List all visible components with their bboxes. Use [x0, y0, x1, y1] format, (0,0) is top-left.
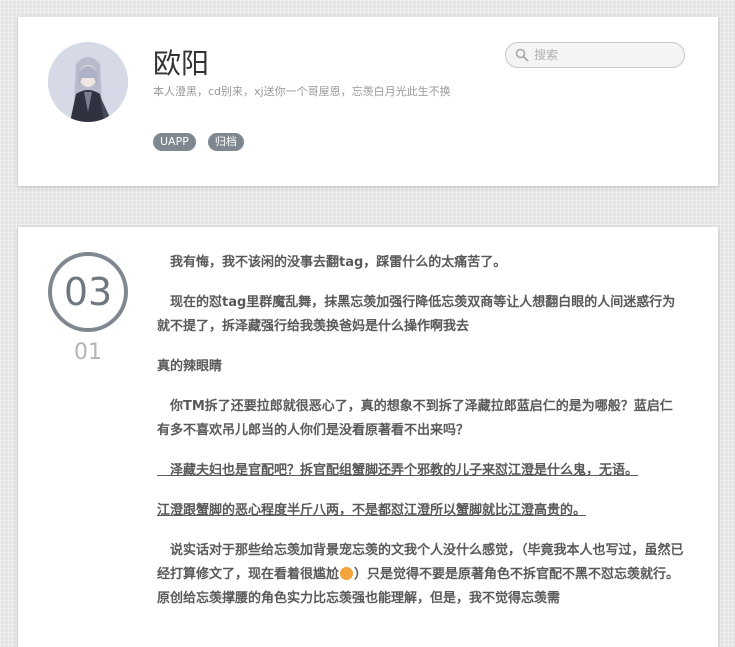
- blog-title[interactable]: 欧阳: [153, 42, 209, 82]
- post-paragraph: 真的辣眼睛: [157, 359, 223, 374]
- post-paragraph: 现在的怼tag里群魔乱舞，抹黑忘羡加强行降低忘羡双商等让人想翻白眼的人间迷惑行为…: [157, 295, 676, 334]
- nav-tags: UAPP 归档: [153, 133, 244, 151]
- post-paragraph: 我有悔，我不该闲的没事去翻tag，踩雷什么的太痛苦了。: [157, 255, 507, 270]
- post-card: 03 01 我有悔，我不该闲的没事去翻tag，踩雷什么的太痛苦了。 现在的怼ta…: [18, 227, 718, 647]
- post-month: 01: [74, 340, 102, 365]
- post-paragraph-underlined: 江澄跟蟹脚的恶心程度半斤八两，不是都怼江澄所以蟹脚就比江澄高贵的。: [157, 503, 587, 518]
- search-input[interactable]: [534, 46, 674, 64]
- post-body[interactable]: 我有悔，我不该闲的没事去翻tag，踩雷什么的太痛苦了。 现在的怼tag里群魔乱舞…: [157, 251, 685, 627]
- post-paragraph: 说实话对于那些给忘羡加背景宠忘羡的文我个人没什么感觉，（毕竟我本人也写过，虽然已…: [157, 539, 685, 611]
- post-paragraph-underlined: 泽藏夫妇也是官配吧？拆官配组蟹脚还弄个邪教的儿子来怼江澄是什么鬼，无语。: [157, 463, 639, 478]
- tag-uapp[interactable]: UAPP: [153, 133, 196, 151]
- blog-header-card: 欧阳 本人澄黑，cd别来，xj送你一个哥屋恩，忘羡白月光此生不换 UAPP 归档: [18, 17, 718, 186]
- tag-archive[interactable]: 归档: [207, 133, 244, 151]
- avatar-illustration: [48, 42, 128, 122]
- embarrassed-emoji-icon: [340, 567, 354, 580]
- post-paragraph: 你TM拆了还要拉郎就很恶心了，真的想象不到拆了泽藏拉郎蓝启仁的是为哪般？蓝启仁有…: [157, 399, 673, 438]
- search-icon: [515, 48, 529, 62]
- post-day: 03: [48, 252, 128, 332]
- search-box[interactable]: [505, 42, 685, 68]
- blog-description: 本人澄黑，cd别来，xj送你一个哥屋恩，忘羡白月光此生不换: [153, 85, 451, 98]
- avatar[interactable]: [48, 42, 128, 122]
